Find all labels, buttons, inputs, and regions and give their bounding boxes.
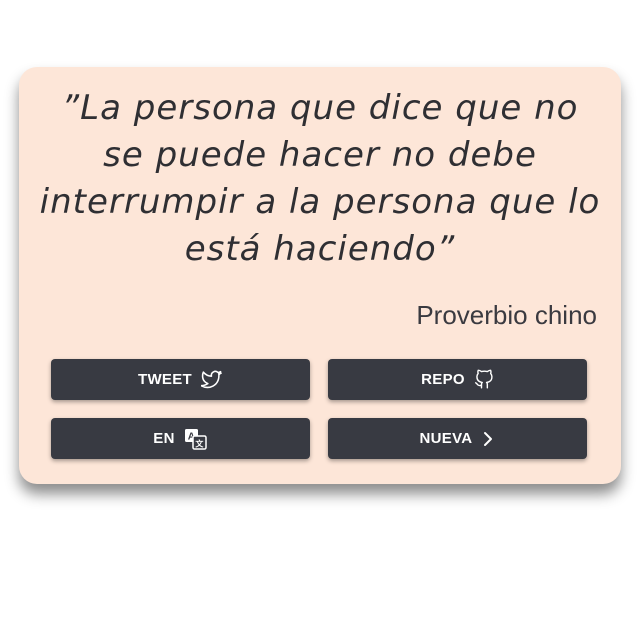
twitter-bird-icon xyxy=(201,370,223,390)
new-quote-button-label: NUEVA xyxy=(419,430,473,447)
quote-author: Proverbio chino xyxy=(416,300,597,330)
github-icon xyxy=(474,369,494,390)
language-button[interactable]: EN A 文 xyxy=(51,418,310,459)
quote-card: ”La persona que dice que no se puede hac… xyxy=(19,67,621,484)
svg-text:文: 文 xyxy=(195,438,204,448)
repo-button[interactable]: REPO xyxy=(328,359,587,400)
new-quote-button[interactable]: NUEVA xyxy=(328,418,587,459)
tweet-button[interactable]: TWEET xyxy=(51,359,310,400)
repo-button-label: REPO xyxy=(421,371,465,388)
language-button-label: EN xyxy=(153,430,175,447)
tweet-button-label: TWEET xyxy=(138,371,192,388)
translate-icon: A 文 xyxy=(184,428,208,450)
chevron-right-icon xyxy=(481,431,495,447)
quote-text: ”La persona que dice que no se puede hac… xyxy=(39,88,601,269)
